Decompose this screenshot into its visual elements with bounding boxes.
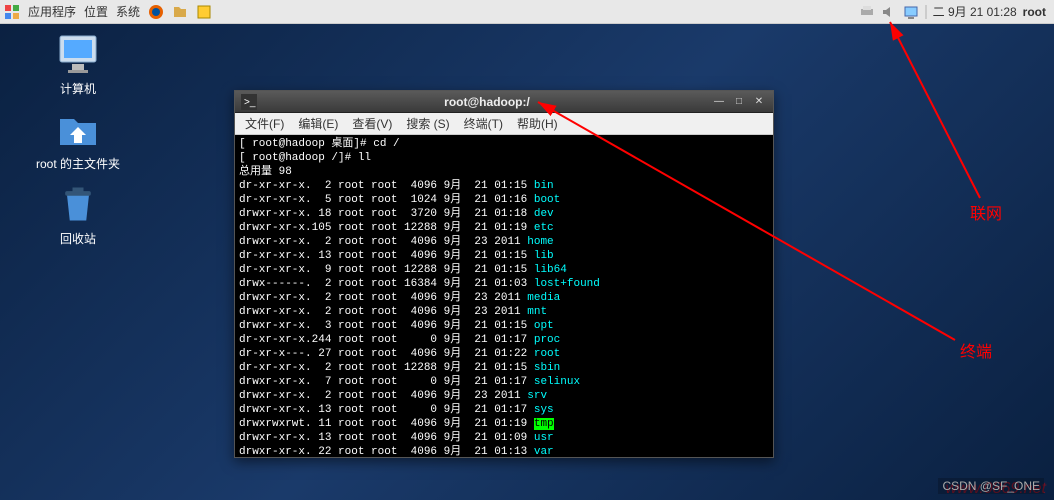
maximize-button[interactable]: □ (731, 95, 747, 109)
sound-icon[interactable] (881, 4, 897, 20)
annotation-terminal: 终端 (960, 338, 992, 362)
annotation-network: 联网 (970, 200, 1002, 224)
menu-terminal[interactable]: 终端(T) (458, 115, 509, 132)
menu-file[interactable]: 文件(F) (239, 115, 290, 132)
menu-help[interactable]: 帮助(H) (511, 115, 564, 132)
terminal-body[interactable]: [ root@hadoop 桌面]# cd / [ root@hadoop /]… (235, 135, 773, 457)
trash-icon[interactable]: 回收站 (30, 180, 126, 247)
terminal-icon: >_ (241, 94, 257, 110)
files-icon[interactable] (172, 4, 188, 20)
menu-edit[interactable]: 编辑(E) (292, 115, 344, 132)
editor-icon[interactable] (196, 4, 212, 20)
computer-label: 计算机 (30, 80, 126, 97)
desktop-icons: 计算机 root 的主文件夹 回收站 (30, 30, 126, 247)
menu-search[interactable]: 搜索 (S) (400, 115, 455, 132)
firefox-icon[interactable] (148, 4, 164, 20)
computer-icon[interactable]: 计算机 (30, 30, 126, 97)
network-icon[interactable] (903, 4, 919, 20)
svg-text:>_: >_ (244, 97, 256, 108)
separator (925, 5, 927, 19)
top-panel: 应用程序 位置 系统 二 9月 21 01:28 root (0, 0, 1054, 24)
minimize-button[interactable]: — (711, 95, 727, 109)
home-folder-label: root 的主文件夹 (30, 155, 126, 172)
print-icon[interactable] (859, 4, 875, 20)
clock[interactable]: 二 9月 21 01:28 (933, 3, 1017, 20)
close-button[interactable]: ✕ (751, 95, 767, 109)
apps-icon (4, 4, 20, 20)
menubar: 文件(F) 编辑(E) 查看(V) 搜索 (S) 终端(T) 帮助(H) (235, 113, 773, 135)
terminal-window[interactable]: >_ root@hadoop:/ — □ ✕ 文件(F) 编辑(E) 查看(V)… (234, 90, 774, 458)
trash-label: 回收站 (30, 230, 126, 247)
titlebar[interactable]: >_ root@hadoop:/ — □ ✕ (235, 91, 773, 113)
csdn-watermark: CSDN @SF_ONE (938, 478, 1044, 494)
menu-system[interactable]: 系统 (116, 3, 140, 20)
menu-apps[interactable]: 应用程序 (28, 3, 76, 20)
window-title: root@hadoop:/ (263, 95, 711, 109)
user-label[interactable]: root (1023, 5, 1046, 19)
menu-view[interactable]: 查看(V) (346, 115, 398, 132)
home-folder-icon[interactable]: root 的主文件夹 (30, 105, 126, 172)
menu-places[interactable]: 位置 (84, 3, 108, 20)
